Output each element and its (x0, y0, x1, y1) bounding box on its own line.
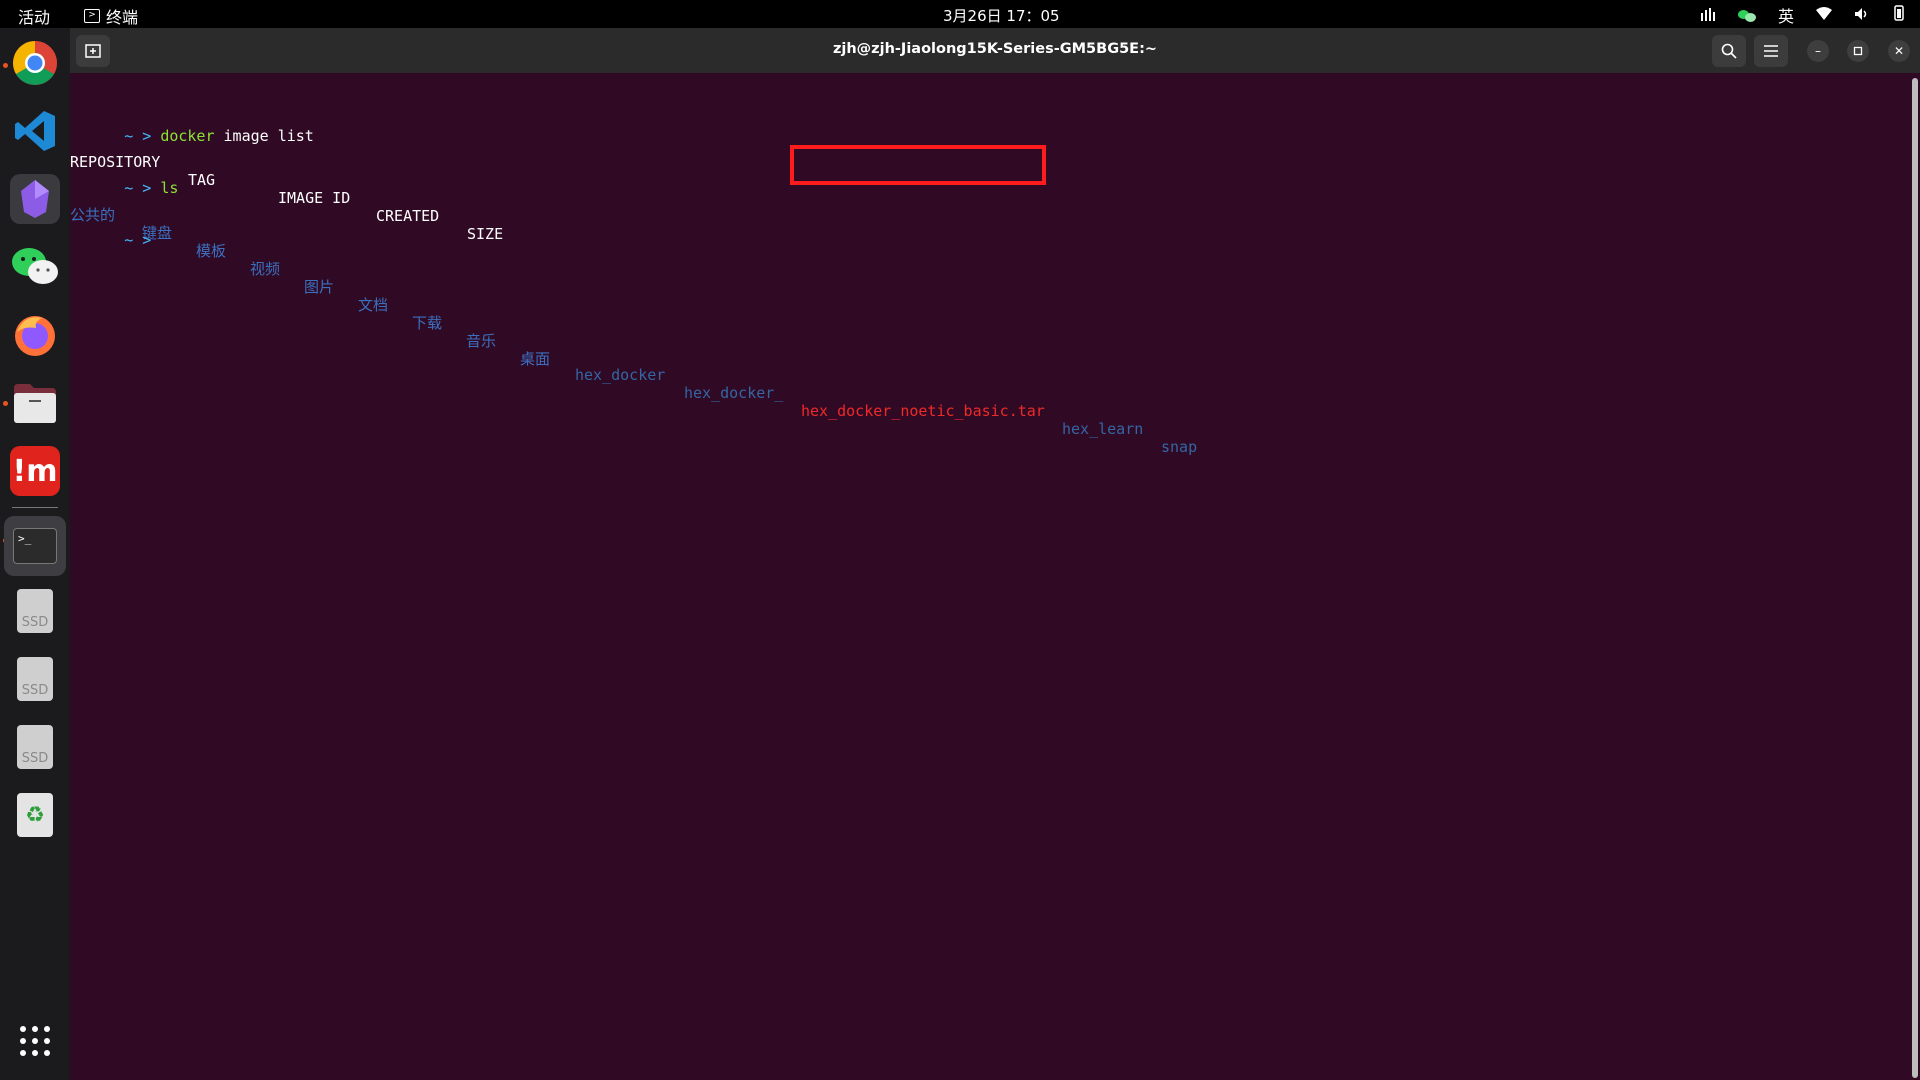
running-indicator (3, 63, 8, 68)
window-title: zjh@zjh-Jiaolong15K-Series-GM5BG5E:~ (832, 41, 1158, 57)
directory-entry: hex_learn (1062, 420, 1144, 438)
directory-entry: 模板 (196, 242, 227, 260)
trash-icon[interactable]: ♻ (10, 790, 60, 840)
ls-output: 公共的 键盘 模板 视频 图片 文档 下载 音乐 桌面 hex_docker h… (70, 186, 1370, 456)
prompt: ~ > (124, 127, 152, 145)
show-apps-icon[interactable] (10, 1016, 60, 1066)
directory-entry: 下载 (412, 314, 443, 332)
hamburger-icon (1764, 45, 1778, 57)
app-name: 终端 (106, 8, 139, 27)
terminal-dock-icon[interactable]: >_ (4, 516, 66, 576)
ssd-drive-icon[interactable]: SSD (10, 722, 60, 772)
system-tray: 英 (1700, 3, 1906, 27)
directory-entry: hex_docker (575, 366, 666, 384)
chrome-icon[interactable] (10, 38, 60, 88)
app-menu[interactable]: > 终端 (84, 4, 138, 28)
battery-icon[interactable] (1892, 5, 1906, 25)
ssd-drive-icon[interactable]: SSD (10, 654, 60, 704)
drive-label: SSD (21, 615, 49, 630)
scrollbar[interactable] (1912, 78, 1918, 1078)
running-indicator (3, 401, 8, 406)
search-button[interactable] (1712, 35, 1746, 67)
highlight-box (790, 145, 1046, 185)
archive-file-entry: hex_docker_noetic_basic.tar (801, 402, 1045, 420)
terminal-line: ~ > (70, 213, 151, 267)
directory-entry: 图片 (304, 278, 335, 296)
directory-entry: 音乐 (466, 332, 497, 350)
wechat-icon[interactable] (10, 242, 60, 292)
firefox-icon[interactable] (10, 310, 60, 360)
directory-entry: 视频 (250, 260, 281, 278)
menu-button[interactable] (1754, 35, 1788, 67)
search-icon (1721, 43, 1737, 59)
dock: !m >_ SSD SSD SSD ♻ (0, 28, 70, 1080)
directory-entry: snap (1161, 438, 1198, 456)
vscode-icon[interactable] (10, 106, 60, 156)
directory-entry: hex_docker_ (684, 384, 784, 402)
command-args: image list (214, 127, 314, 145)
ssd-drive-icon[interactable]: SSD (10, 586, 60, 636)
dock-separator (12, 507, 58, 508)
files-icon[interactable] (10, 378, 60, 428)
drive-label: SSD (21, 751, 49, 766)
tray-wechat-icon[interactable] (1737, 8, 1756, 22)
drive-label: SSD (21, 683, 49, 698)
maximize-button[interactable] (1847, 40, 1869, 62)
clock[interactable]: 3月26日 17：05 (943, 5, 1060, 26)
prompt: ~ > (124, 231, 152, 249)
obsidian-icon[interactable] (10, 174, 60, 224)
activities-button[interactable]: 活动 (18, 4, 50, 28)
column-header: SIZE (467, 225, 504, 243)
volume-icon[interactable] (1854, 6, 1870, 25)
close-button[interactable]: ✕ (1888, 40, 1910, 62)
terminal-app-icon: > (84, 9, 100, 23)
title-bar: zjh@zjh-Jiaolong15K-Series-GM5BG5E:~ – ✕ (70, 28, 1920, 73)
wifi-icon[interactable] (1816, 6, 1832, 25)
command: docker (160, 127, 215, 145)
directory-entry: 文档 (358, 296, 389, 314)
top-bar: 活动 > 终端 3月26日 17：05 英 (0, 0, 1920, 28)
tray-chart-icon[interactable] (1700, 6, 1716, 25)
mi-app-icon[interactable]: !m (10, 446, 60, 496)
minimize-button[interactable]: – (1807, 40, 1829, 62)
terminal-output[interactable]: ~ > docker image list REPOSITORY TAG IMA… (70, 73, 1910, 1080)
input-method-indicator[interactable]: 英 (1778, 3, 1794, 27)
directory-entry: 桌面 (520, 350, 551, 368)
terminal-window: zjh@zjh-Jiaolong15K-Series-GM5BG5E:~ – ✕… (70, 28, 1920, 1080)
